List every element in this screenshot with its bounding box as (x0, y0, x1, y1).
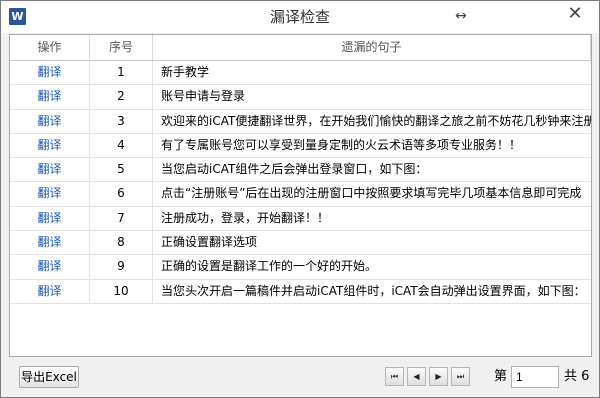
missed-sentence: 有了专属账号您可以享受到量身定制的火云术语等多项专业服务！！ (161, 137, 522, 152)
missed-sentence: 新手教学 (161, 65, 210, 79)
missed-sentences-table: 操作 序号 遗漏的句子 翻译 1 新手教学 翻译 2 账号申请与登录 翻译 3 欢迎来的iCAT… (9, 34, 592, 357)
page-prefix-label: 第 (494, 369, 508, 384)
row-number: 5 (90, 158, 153, 182)
table-row: 翻译 3 欢迎来的iCAT便捷翻译世界，在开始我们愉快的翻译之旅之前不妨花几秒钟来注… (10, 109, 591, 134)
translate-action-link[interactable]: 翻译 (10, 206, 90, 231)
translate-action-link[interactable]: 翻译 (10, 158, 90, 182)
translate-action-link[interactable]: 翻译 (10, 133, 90, 158)
table-body: 翻译 1 新手教学 翻译 2 账号申请与登录 翻译 3 欢迎来的iCAT便捷翻译世界，在开始我们… (10, 61, 591, 304)
page-number-input[interactable] (511, 366, 559, 388)
previous-page-icon[interactable]: ◀ (407, 367, 426, 386)
translate-action-link[interactable]: 翻译 (10, 279, 90, 303)
table-row: 翻译 1 新手教学 (10, 61, 591, 86)
missed-translation-check-window: W 漏译检查 ↔ ✕ 操作 序号 遗漏的句子 翻译 1 新手教学 翻译 2 账号申请与登录… (0, 0, 600, 398)
translate-action-link[interactable]: 翻译 (10, 255, 90, 279)
row-number: 9 (90, 255, 153, 279)
missed-sentence: 正确的设置是翻译工作的一个好的开始。 (161, 259, 378, 274)
table-row: 翻译 2 账号申请与登录 (10, 85, 591, 110)
table-row: 翻译 9 正确的设置是翻译工作的一个好的开始。 (10, 255, 591, 280)
row-number: 4 (90, 133, 153, 158)
row-number: 3 (90, 109, 153, 133)
table-row: 翻译 7 注册成功，登录，开始翻译！！ (10, 206, 591, 232)
column-header-number[interactable]: 序号 (90, 35, 153, 60)
missed-sentence: 点击“注册账号”后在出现的注册窗口中按照要求填写完毕几项基本信息即可完成 (161, 186, 582, 201)
missed-sentence: 欢迎来的iCAT便捷翻译世界，在开始我们愉快的翻译之旅之前不妨花几秒钟来注册 (161, 113, 591, 128)
first-page-icon[interactable]: ⏮ (385, 367, 404, 386)
table-row: 翻译 4 有了专属账号您可以享受到量身定制的火云术语等多项专业服务！！ (10, 133, 591, 159)
row-number: 10 (90, 279, 153, 303)
row-number: 1 (90, 61, 153, 85)
row-number: 6 (90, 182, 153, 206)
missed-sentence: 正确设置翻译选项 (161, 235, 258, 250)
missed-sentence: 当您启动iCAT组件之后会弹出登录窗口，如下图： (161, 162, 428, 177)
table-row: 翻译 5 当您启动iCAT组件之后会弹出登录窗口，如下图： (10, 158, 591, 183)
translate-action-link[interactable]: 翻译 (10, 231, 90, 255)
table-row: 翻译 10 当您头次开启一篇稿件并启动iCAT组件时，iCAT会自动弹出设置界面，如… (10, 279, 591, 304)
missed-sentence: 注册成功，登录，开始翻译！！ (161, 210, 330, 225)
column-header-action[interactable]: 操作 (10, 35, 90, 60)
translate-action-link[interactable]: 翻译 (10, 61, 90, 85)
column-header-sentence[interactable]: 遗漏的句子 (153, 35, 591, 60)
page-total-label: 共 6 (564, 369, 590, 384)
table-row: 翻译 8 正确设置翻译选项 (10, 231, 591, 256)
export-excel-button[interactable]: 导出Excel (19, 366, 79, 388)
close-button[interactable]: ✕ (553, 1, 597, 29)
row-number: 8 (90, 231, 153, 255)
missed-sentence: 当您头次开启一篇稿件并启动iCAT组件时，iCAT会自动弹出设置界面，如下图： (161, 283, 586, 298)
window-title: 漏译检查 (269, 8, 330, 26)
next-page-icon[interactable]: ▶ (429, 367, 448, 386)
translate-action-link[interactable]: 翻译 (10, 109, 90, 133)
title-bar[interactable]: W 漏译检查 ↔ ✕ (1, 1, 599, 33)
resize-arrows-icon[interactable]: ↔ (451, 8, 471, 24)
row-number: 2 (90, 85, 153, 109)
missed-sentence: 账号申请与登录 (161, 89, 246, 104)
translate-action-link[interactable]: 翻译 (10, 85, 90, 109)
translate-action-link[interactable]: 翻译 (10, 182, 90, 206)
table-header: 操作 序号 遗漏的句子 (10, 35, 591, 61)
table-row: 翻译 6 点击“注册账号”后在出现的注册窗口中按照要求填写完毕几项基本信息即可完成 (10, 182, 591, 207)
row-number: 7 (90, 206, 153, 231)
last-page-icon[interactable]: ⏭ (451, 367, 470, 386)
footer-bar: 导出Excel ⏮ ◀ ▶ ⏭ 第 共 6 (1, 358, 599, 397)
